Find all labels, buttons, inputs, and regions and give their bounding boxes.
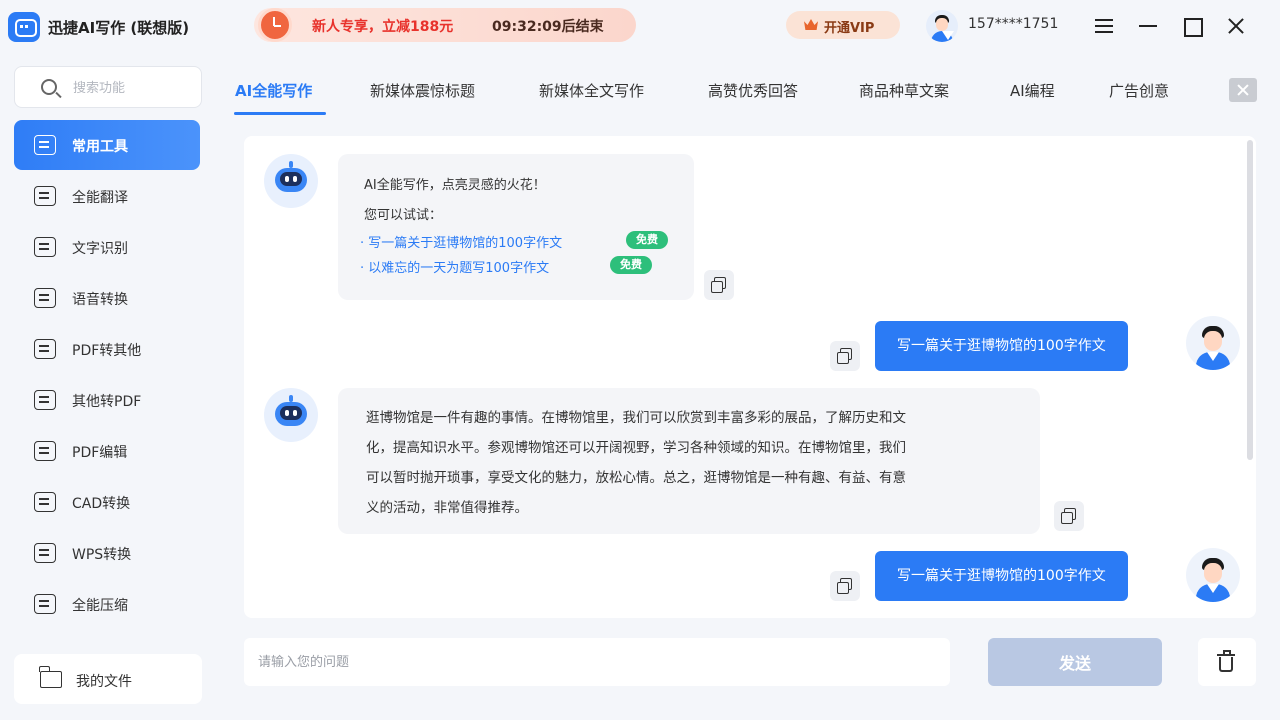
sidebar-item-compress[interactable]: 全能压缩	[14, 579, 200, 629]
close-window-icon[interactable]	[1222, 12, 1250, 40]
sidebar-item-label: 全能翻译	[72, 190, 128, 206]
user-avatar-icon	[1186, 548, 1240, 602]
toolbox-icon	[34, 135, 56, 155]
avatar-body	[931, 31, 953, 42]
sidebar-item-cad[interactable]: CAD转换	[14, 477, 200, 527]
tab-ai-writing[interactable]: AI全能写作	[235, 80, 312, 101]
sidebar-item-label: 全能压缩	[72, 598, 128, 614]
text-recognition-icon	[34, 237, 56, 257]
vip-label: 开通VIP	[824, 21, 875, 36]
folder-icon	[39, 666, 62, 688]
user-message: 写一篇关于逛博物馆的100字作文	[875, 321, 1128, 371]
answer-line: 义的活动，非常值得推荐。	[366, 500, 528, 516]
sidebar-item-label: 其他转PDF	[72, 394, 142, 410]
welcome-bubble: AI全能写作，点亮灵感的火花！ 您可以试试： · 写一篇关于逛博物馆的100字作…	[338, 154, 694, 300]
send-button[interactable]: 发送	[988, 638, 1162, 686]
search-input[interactable]	[73, 77, 193, 99]
crown-icon	[804, 19, 818, 30]
compress-icon	[34, 594, 56, 614]
chat-scrollbar[interactable]	[1247, 140, 1253, 460]
nav-list: 常用工具 全能翻译 文字识别 语音转换 PDF转其他 其他转PDF PDF编辑	[14, 120, 202, 642]
sidebar-item-label: 语音转换	[72, 292, 128, 308]
tab-media-article[interactable]: 新媒体全文写作	[539, 80, 644, 101]
sidebar-item-translate[interactable]: 全能翻译	[14, 171, 200, 221]
copy-icon[interactable]	[704, 270, 734, 300]
promo-countdown: 09:32:09后结束	[492, 19, 604, 35]
answer-line: 逛博物馆是一件有趣的事情。在博物馆里，我们可以欣赏到丰富多彩的展品，了解历史和文	[366, 410, 906, 426]
menu-icon[interactable]	[1090, 12, 1118, 40]
close-icon[interactable]	[1229, 78, 1257, 102]
promo-banner[interactable]: 新人专享，立减188元 09:32:09后结束	[254, 8, 636, 42]
user-phone[interactable]: 157****1751	[968, 16, 1058, 32]
promo-text: 新人专享，立减188元	[312, 19, 454, 35]
trash-icon[interactable]	[1198, 638, 1256, 686]
copy-icon[interactable]	[830, 341, 860, 371]
title-bar: 迅捷AI写作 (联想版) 新人专享，立减188元 09:32:09后结束 开通V…	[0, 0, 1280, 52]
active-tab-indicator	[234, 112, 326, 115]
free-badge: 免费	[610, 256, 652, 274]
search-icon	[41, 79, 57, 95]
copy-icon[interactable]	[830, 571, 860, 601]
app-title: 迅捷AI写作 (联想版)	[48, 19, 190, 37]
my-files-label: 我的文件	[76, 674, 132, 690]
sidebar-item-label: PDF编辑	[72, 445, 128, 461]
tab-top-answers[interactable]: 高赞优秀回答	[708, 80, 798, 101]
answer-line: 可以暂时抛开琐事，享受文化的魅力，放松心情。总之，逛博物馆是一种有趣、有益、有意	[366, 470, 906, 486]
pdf-convert-icon	[34, 339, 56, 359]
tab-product-copy[interactable]: 商品种草文案	[859, 80, 949, 101]
bot-avatar-icon	[264, 154, 318, 208]
sidebar-item-ocr[interactable]: 文字识别	[14, 222, 200, 272]
sidebar-item-pdf-edit[interactable]: PDF编辑	[14, 426, 200, 476]
translate-icon	[34, 186, 56, 206]
to-pdf-icon	[34, 390, 56, 410]
sidebar-item-label: 常用工具	[72, 139, 128, 155]
sidebar-item-pdf-to-other[interactable]: PDF转其他	[14, 324, 200, 374]
free-badge: 免费	[626, 231, 668, 249]
sidebar-item-label: CAD转换	[72, 496, 131, 512]
avatar-face	[936, 18, 948, 31]
open-vip-button[interactable]: 开通VIP	[786, 11, 900, 39]
sidebar-item-wps[interactable]: WPS转换	[14, 528, 200, 578]
user-avatar-icon	[1186, 316, 1240, 370]
bot-avatar-icon	[264, 388, 318, 442]
sidebar-item-label: WPS转换	[72, 547, 132, 563]
suggestion-museum[interactable]: · 写一篇关于逛博物馆的100字作文	[360, 232, 562, 251]
welcome-line: AI全能写作，点亮灵感的火花！	[364, 178, 546, 193]
maximize-icon[interactable]	[1178, 12, 1206, 40]
wps-icon	[34, 543, 56, 563]
minimize-icon[interactable]	[1134, 12, 1162, 40]
pdf-edit-icon	[34, 441, 56, 461]
sidebar-item-common-tools[interactable]: 常用工具	[14, 120, 200, 170]
suggestion-memorable-day[interactable]: · 以难忘的一天为题写100字作文	[360, 257, 549, 276]
tab-media-title[interactable]: 新媒体震惊标题	[370, 80, 475, 101]
sidebar-item-voice[interactable]: 语音转换	[14, 273, 200, 323]
alarm-clock-icon	[258, 8, 292, 42]
answer-line: 化，提高知识水平。参观博物馆还可以开阔视野，学习各种领域的知识。在博物馆里，我们	[366, 440, 906, 456]
welcome-hint: 您可以试试：	[364, 208, 443, 223]
app-logo-icon	[8, 12, 40, 42]
chat-panel: AI全能写作，点亮灵感的火花！ 您可以试试： · 写一篇关于逛博物馆的100字作…	[244, 136, 1256, 618]
sidebar-item-label: 文字识别	[72, 241, 128, 257]
sidebar-item-label: PDF转其他	[72, 343, 142, 359]
search-box[interactable]	[14, 66, 202, 108]
sidebar-item-other-to-pdf[interactable]: 其他转PDF	[14, 375, 200, 425]
my-files-button[interactable]: 我的文件	[14, 654, 202, 704]
feature-tabs: AI全能写作 新媒体震惊标题 新媒体全文写作 高赞优秀回答 商品种草文案 AI编…	[222, 68, 1262, 115]
question-input[interactable]	[244, 638, 950, 686]
user-avatar[interactable]	[926, 10, 958, 42]
sidebar: 常用工具 全能翻译 文字识别 语音转换 PDF转其他 其他转PDF PDF编辑	[0, 52, 214, 720]
tab-ai-coding[interactable]: AI编程	[1010, 80, 1055, 101]
copy-icon[interactable]	[1054, 501, 1084, 531]
user-message: 写一篇关于逛博物馆的100字作文	[875, 551, 1128, 601]
voice-icon	[34, 288, 56, 308]
tab-ad-creative[interactable]: 广告创意	[1109, 80, 1169, 101]
answer-bubble: 逛博物馆是一件有趣的事情。在博物馆里，我们可以欣赏到丰富多彩的展品，了解历史和文…	[338, 388, 1040, 534]
cad-icon	[34, 492, 56, 512]
